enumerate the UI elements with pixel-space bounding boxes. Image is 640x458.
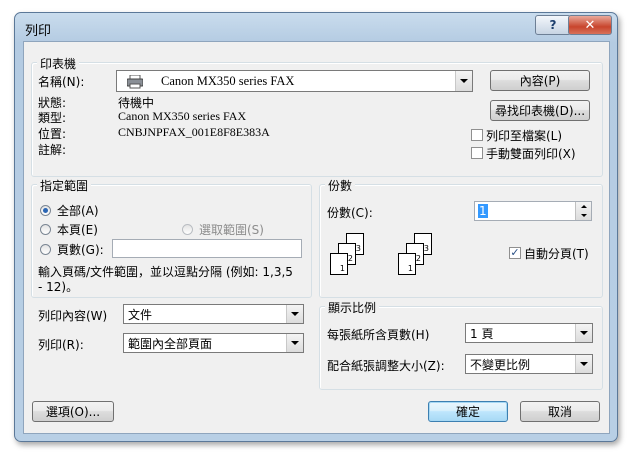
find-printer-button[interactable]: 尋找印表機(D)...	[490, 100, 590, 121]
pages-per-sheet-select[interactable]: 1 頁	[465, 323, 593, 343]
chevron-down-icon[interactable]	[575, 324, 592, 342]
where-label: 位置:	[38, 127, 67, 141]
dialog-client-area: 印表機 名稱(N): Canon MX350 series FAX 內容(P) …	[23, 41, 610, 434]
where-value: CNBJNPFAX_001E8F8E383A	[118, 125, 270, 139]
collate-page-1b: 1	[398, 253, 416, 275]
copies-spinner[interactable]	[575, 202, 591, 220]
range-pages-label[interactable]: 頁數(G):	[57, 241, 104, 258]
printer-name-select[interactable]: Canon MX350 series FAX	[116, 70, 473, 92]
zoom-group-title: 顯示比例	[325, 299, 380, 316]
chevron-down-icon[interactable]	[286, 305, 303, 323]
ok-button[interactable]: 確定	[428, 401, 508, 422]
printer-name-value: Canon MX350 series FAX	[161, 73, 295, 88]
chevron-down-icon[interactable]	[455, 71, 472, 91]
print-label: 列印(R):	[38, 338, 84, 352]
chevron-down-icon[interactable]	[575, 355, 592, 373]
page-range-input[interactable]	[112, 239, 302, 258]
printer-name-label: 名稱(N):	[38, 75, 85, 89]
collate-page-1: 1	[330, 253, 348, 275]
pages-per-sheet-label: 每張紙所含頁數(H)	[327, 328, 430, 342]
scale-select[interactable]: 不變更比例	[465, 354, 593, 374]
comment-label: 註解:	[38, 143, 67, 157]
printer-icon	[126, 74, 144, 89]
copies-value: 1	[478, 204, 488, 218]
chevron-down-icon[interactable]	[286, 334, 303, 352]
dialog-title: 列印	[25, 24, 52, 39]
range-current-label[interactable]: 本頁(E)	[57, 221, 98, 238]
help-button[interactable]: ?	[535, 15, 571, 35]
page-range-hint: 輸入頁碼/文件範圍，並以逗點分隔 (例如: 1,3,5 - 12)。	[38, 265, 293, 294]
scale-label: 配合紙張調整大小(Z):	[327, 359, 445, 373]
collate-label[interactable]: 自動分頁(T)	[524, 245, 589, 262]
close-button[interactable]: ✕	[568, 15, 612, 35]
collate-icon-right: 3 2 1	[398, 233, 444, 283]
print-dialog: 列印 ? ✕ 印表機 名稱(N): Canon MX350 series FAX…	[14, 12, 618, 442]
pages-per-sheet-value: 1 頁	[470, 326, 494, 341]
options-button[interactable]: 選項(O)...	[32, 401, 114, 422]
print-to-file-checkbox[interactable]	[471, 129, 483, 141]
range-selection-label[interactable]: 選取範圍(S)	[199, 221, 264, 238]
range-all-label[interactable]: 全部(A)	[57, 202, 99, 219]
zoom-group: 顯示比例	[319, 299, 603, 390]
type-value: Canon MX350 series FAX	[118, 109, 247, 123]
print-select[interactable]: 範圍內全部頁面	[123, 333, 304, 353]
collate-icon-left: 3 2 1	[330, 233, 376, 283]
page-range-group-title: 指定範圍	[37, 177, 92, 194]
manual-duplex-checkbox[interactable]	[471, 147, 483, 159]
scale-value: 不變更比例	[470, 357, 531, 372]
print-to-file-label[interactable]: 列印至檔案(L)	[486, 127, 562, 144]
spin-up-icon[interactable]	[580, 205, 587, 208]
printer-group-title: 印表機	[37, 55, 80, 72]
copies-group-title: 份數	[325, 177, 356, 194]
printer-properties-button[interactable]: 內容(P)	[490, 70, 590, 91]
copies-input[interactable]: 1	[474, 201, 592, 221]
spin-down-icon[interactable]	[580, 214, 587, 217]
range-all-radio[interactable]	[40, 205, 51, 216]
type-label: 類型:	[38, 111, 67, 125]
copies-label: 份數(C):	[327, 206, 373, 220]
range-selection-radio[interactable]	[182, 224, 193, 235]
collate-checkbox[interactable]: ✓	[509, 247, 521, 259]
print-what-select[interactable]: 文件	[123, 304, 304, 324]
print-what-value: 文件	[128, 307, 153, 322]
range-pages-radio[interactable]	[40, 244, 51, 255]
print-what-label: 列印內容(W)	[38, 309, 108, 323]
print-value: 範圍內全部頁面	[128, 336, 213, 351]
cancel-button[interactable]: 取消	[520, 401, 600, 422]
manual-duplex-label[interactable]: 手動雙面列印(X)	[486, 145, 576, 162]
range-current-radio[interactable]	[40, 224, 51, 235]
